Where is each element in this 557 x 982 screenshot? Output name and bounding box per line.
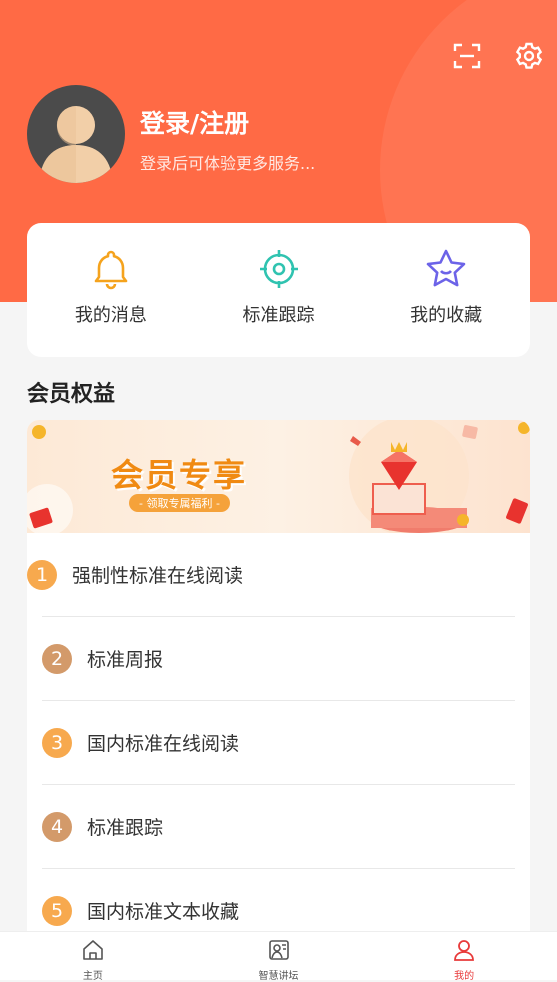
- list-item-label: 国内标准在线阅读: [87, 733, 240, 755]
- member-benefits-title: 会员权益: [27, 382, 116, 407]
- tab-label: 智慧讲坛: [258, 971, 299, 982]
- target-icon: [257, 247, 301, 291]
- list-item[interactable]: 3 国内标准在线阅读: [42, 700, 515, 784]
- login-subtitle: 登录后可体验更多服务...: [140, 154, 316, 173]
- member-benefits-card: 会员专享 - 领取专属福利 - 1 强制性标准在线阅读 2 标准周报 3 国内标…: [27, 420, 530, 960]
- quick-action-label: 我的收藏: [410, 305, 483, 326]
- number-badge: 1: [27, 559, 57, 590]
- banner-decoration-icon: [27, 420, 530, 533]
- quick-action-favorites[interactable]: 我的收藏: [362, 223, 530, 357]
- quick-action-label: 我的消息: [74, 305, 147, 326]
- bell-icon: [89, 247, 133, 291]
- quick-action-messages[interactable]: 我的消息: [27, 223, 195, 357]
- lecture-icon: [267, 938, 291, 966]
- star-icon: [424, 247, 468, 291]
- member-banner[interactable]: 会员专享 - 领取专属福利 -: [27, 420, 530, 533]
- home-icon: [81, 938, 105, 966]
- number-badge: 4: [42, 811, 72, 842]
- gear-icon[interactable]: [511, 38, 547, 74]
- tab-label: 我的: [454, 971, 475, 982]
- banner-subtitle: - 领取专属福利 -: [129, 494, 230, 512]
- number-badge: 5: [42, 895, 72, 926]
- number-badge: 3: [42, 727, 72, 758]
- tab-lecture[interactable]: 智慧讲坛: [186, 932, 372, 982]
- list-item-label: 强制性标准在线阅读: [72, 565, 244, 587]
- tab-home[interactable]: 主页: [0, 932, 186, 982]
- number-badge: 2: [42, 643, 72, 674]
- scan-icon[interactable]: [449, 38, 485, 74]
- avatar[interactable]: [27, 85, 125, 183]
- bottom-tab-bar: 主页 智慧讲坛 我的: [0, 931, 557, 982]
- list-item-label: 国内标准文本收藏: [87, 901, 240, 923]
- tab-label: 主页: [82, 971, 103, 982]
- login-register-link[interactable]: 登录/注册: [140, 104, 249, 140]
- quick-action-tracking[interactable]: 标准跟踪: [195, 223, 363, 357]
- list-item[interactable]: 1 强制性标准在线阅读: [27, 533, 530, 616]
- banner-title: 会员专享: [111, 456, 248, 494]
- list-item[interactable]: 4 标准跟踪: [42, 784, 515, 868]
- user-icon: [452, 938, 476, 966]
- list-item-label: 标准周报: [87, 649, 164, 671]
- quick-action-label: 标准跟踪: [242, 305, 315, 326]
- list-item-label: 标准跟踪: [87, 817, 164, 839]
- quick-actions-card: 我的消息 标准跟踪 我的收藏: [27, 223, 530, 357]
- tab-mine[interactable]: 我的: [371, 932, 557, 982]
- list-item[interactable]: 2 标准周报: [42, 616, 515, 700]
